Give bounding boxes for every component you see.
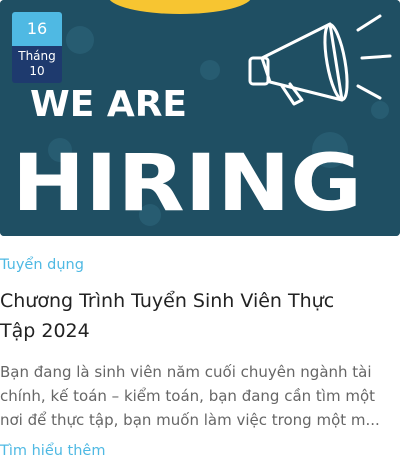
post-thumbnail[interactable]: WE ARE HIRING 16 Tháng 10 [0, 0, 400, 236]
date-badge: 16 Tháng 10 [12, 12, 62, 83]
post-card: WE ARE HIRING 16 Tháng 10 Tuyển dụng Chư… [0, 0, 400, 464]
post-excerpt: Bạn đang là sinh viên năm cuối chuyên ng… [0, 360, 400, 432]
date-month-block: Tháng 10 [12, 46, 62, 83]
date-month-label: Tháng [18, 49, 56, 63]
excerpt-line-2: chính, kế toán – kiểm toán, bạn đang cần… [0, 387, 376, 405]
image-text-line1: WE ARE [30, 84, 187, 125]
image-text-line2: HIRING [12, 139, 362, 229]
date-month: 10 [29, 64, 45, 78]
category-link[interactable]: Tuyển dụng [0, 257, 84, 273]
post-title-line-2: Tập 2024 [0, 320, 90, 342]
date-day: 16 [12, 12, 62, 46]
read-more-link[interactable]: Tìm hiểu thêm [0, 443, 105, 459]
excerpt-line-3: nơi để thực tập, bạn muốn làm việc trong… [0, 411, 380, 429]
post-title[interactable]: Chương Trình Tuyển Sinh Viên Thực Tập 20… [0, 286, 398, 346]
excerpt-line-1: Bạn đang là sinh viên năm cuối chuyên ng… [0, 363, 372, 381]
post-title-line-1: Chương Trình Tuyển Sinh Viên Thực [0, 290, 335, 312]
